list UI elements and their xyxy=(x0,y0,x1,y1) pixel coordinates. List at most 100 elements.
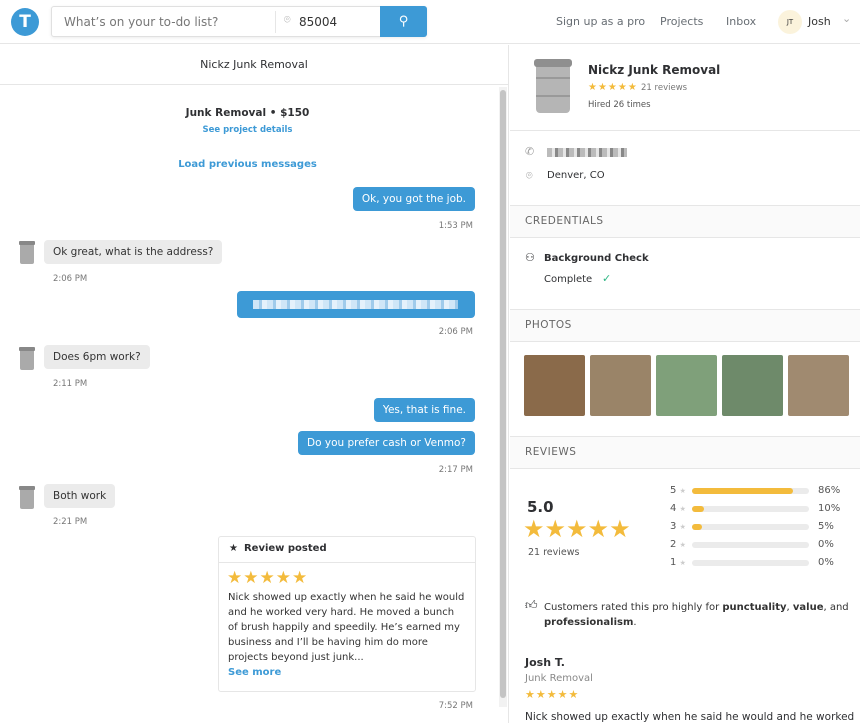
review-stars: ★★★★★ xyxy=(227,568,309,588)
rating-bar xyxy=(692,542,809,548)
review-card-title: Review posted xyxy=(243,543,327,554)
star-icon: ★ xyxy=(679,487,686,495)
scrollbar[interactable] xyxy=(499,87,507,707)
review-count[interactable]: 21 reviews xyxy=(641,83,687,93)
pro-avatar-icon xyxy=(19,347,35,370)
message-time: 2:06 PM xyxy=(53,274,88,284)
chat-pane: Nickz Junk Removal Junk Removal • $150 S… xyxy=(0,45,509,723)
nav-inbox[interactable]: Inbox xyxy=(726,15,756,28)
avatar[interactable]: JT xyxy=(778,10,802,34)
load-previous-messages-link[interactable]: Load previous messages xyxy=(0,159,495,170)
pro-name: Nickz Junk Removal xyxy=(588,63,721,77)
review-posted-card: ★ Review posted ★★★★★ Nick showed up exac… xyxy=(218,536,476,692)
reviews-heading: REVIEWS xyxy=(510,436,860,469)
thumbtack-logo[interactable]: T xyxy=(11,8,39,36)
chat-title: Nickz Junk Removal xyxy=(0,45,508,85)
pro-location: Denver, CO xyxy=(547,170,605,181)
rating-distribution-row: 2 ★ 0% xyxy=(670,539,834,550)
pro-profile-pane: Nickz Junk Removal ★★★★★ 21 reviews Hire… xyxy=(510,45,860,723)
overall-stars: ★★★★★ xyxy=(523,515,631,543)
zip-input[interactable]: 85004 xyxy=(299,15,337,29)
rating-bar-fill xyxy=(692,488,793,494)
message-bubble: Yes, that is fine. xyxy=(373,398,475,422)
review-service: Junk Removal xyxy=(525,673,593,684)
see-project-details-link[interactable]: See project details xyxy=(0,125,495,135)
rating-distribution-row: 4 ★ 10% xyxy=(670,503,840,514)
rating-distribution-row: 1 ★ 0% xyxy=(670,557,834,568)
review-stars: ★★★★★ xyxy=(525,688,580,701)
divider xyxy=(275,11,276,33)
review-author: Josh T. xyxy=(525,656,565,669)
rating-bar xyxy=(692,560,809,566)
search-input[interactable]: What’s on your to-do list? xyxy=(64,15,218,29)
photos-heading: PHOTOS xyxy=(510,309,860,342)
user-name[interactable]: Josh xyxy=(808,15,831,28)
search-button[interactable]: ⚲ xyxy=(380,6,427,37)
overall-review-count: 21 reviews xyxy=(528,547,580,558)
rating-percent: 0% xyxy=(818,539,834,550)
person-check-icon: ⚇ xyxy=(525,251,535,264)
message-bubble-redacted-address xyxy=(237,291,475,318)
highlight-text: Customers rated this pro highly for punc… xyxy=(544,602,849,628)
pro-avatar-icon xyxy=(19,241,35,264)
hired-count: Hired 26 times xyxy=(588,100,651,110)
project-summary: Junk Removal • $150 xyxy=(185,107,310,119)
message-bubble: Both work xyxy=(44,484,116,508)
message-time: 7:52 PM xyxy=(438,701,473,711)
checkmark-icon: ✓ xyxy=(602,272,612,285)
rating-bar-fill xyxy=(692,524,702,530)
message-bubble: Ok great, what is the address? xyxy=(44,240,223,264)
rating-distribution-row: 5 ★ 86% xyxy=(670,485,840,496)
project-photo[interactable] xyxy=(590,355,651,416)
star-icon: ★ xyxy=(229,543,238,554)
pro-photo xyxy=(534,59,572,113)
message-bubble: Does 6pm work? xyxy=(44,345,150,369)
phone-icon: ✆ xyxy=(525,145,535,158)
star-icon: ★ xyxy=(679,523,686,531)
star-icon: ★ xyxy=(679,505,686,513)
pro-rating-summary: ★★★★★ 21 reviews xyxy=(588,82,687,93)
message-time: 2:11 PM xyxy=(53,379,88,389)
rating-percent: 0% xyxy=(818,557,834,568)
scrollbar-thumb[interactable] xyxy=(500,90,506,698)
review-text: Nick showed up exactly when he said he w… xyxy=(525,711,855,723)
rating-percent: 86% xyxy=(818,485,841,496)
rating-stars: ★★★★★ xyxy=(588,82,638,93)
location-pin-icon: ⌾ xyxy=(526,169,533,182)
star-level: 4 xyxy=(670,503,677,514)
chevron-down-icon[interactable]: ⌄ xyxy=(842,12,851,25)
rating-bar xyxy=(692,506,809,512)
redacted-text xyxy=(253,300,458,309)
credentials-heading: CREDENTIALS xyxy=(510,205,860,238)
rating-bar-fill xyxy=(692,506,704,512)
message-bubble: Ok, you got the job. xyxy=(352,187,475,211)
star-level: 1 xyxy=(670,557,677,568)
project-photo[interactable] xyxy=(524,355,585,416)
see-more-link[interactable]: See more xyxy=(219,667,475,678)
rating-percent: 10% xyxy=(818,503,841,514)
credential-status: Complete xyxy=(544,274,593,285)
overall-rating: 5.0 xyxy=(527,498,554,516)
star-level: 2 xyxy=(670,539,677,550)
project-photo[interactable] xyxy=(722,355,783,416)
top-nav: T What’s on your to-do list? ⌾ 85004 ⚲ S… xyxy=(0,0,860,44)
message-time: 2:17 PM xyxy=(438,465,473,475)
thumbs-up-icon: 👍︎ xyxy=(525,598,538,612)
rating-bar xyxy=(692,524,809,530)
rating-distribution-row: 3 ★ 5% xyxy=(670,521,834,532)
redacted-phone xyxy=(547,148,627,157)
credential-name: Background Check xyxy=(544,253,649,264)
star-icon: ★ xyxy=(679,541,686,549)
nav-projects[interactable]: Projects xyxy=(660,15,703,28)
message-time: 1:53 PM xyxy=(438,221,473,231)
star-level: 3 xyxy=(670,521,677,532)
rating-percent: 5% xyxy=(818,521,834,532)
message-time: 2:06 PM xyxy=(438,327,473,337)
rating-bar xyxy=(692,488,809,494)
review-text: Nick showed up exactly when he said he w… xyxy=(228,592,465,663)
search-icon: ⚲ xyxy=(398,14,409,29)
project-photo[interactable] xyxy=(788,355,849,416)
project-photo[interactable] xyxy=(656,355,717,416)
star-level: 5 xyxy=(670,485,677,496)
nav-sign-up-pro[interactable]: Sign up as a pro xyxy=(556,15,645,28)
